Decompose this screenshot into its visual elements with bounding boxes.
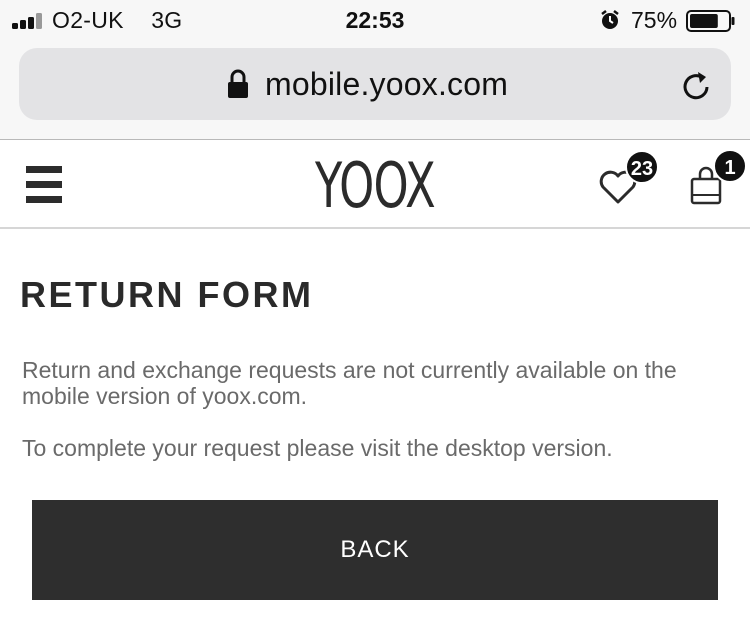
page-title: RETURN FORM <box>20 274 314 315</box>
battery-percent: 75% <box>631 7 678 33</box>
back-button[interactable]: BACK <box>32 500 718 600</box>
yoox-logo[interactable]: YOOX <box>105 149 645 222</box>
menu-icon[interactable] <box>26 166 62 204</box>
lock-icon <box>228 69 248 98</box>
browser-toolbar: mobile.yoox.com <box>0 40 750 140</box>
unavailable-message: Return and exchange requests are not cur… <box>22 357 677 409</box>
url-text: mobile.yoox.com <box>265 66 509 102</box>
battery-icon <box>686 10 735 32</box>
bag-count-badge: 1 <box>713 149 747 183</box>
status-bar: O2-UK 3G 22:53 75% <box>0 0 750 40</box>
alarm-icon <box>601 10 619 29</box>
desktop-instruction: To complete your request please visit th… <box>22 435 613 461</box>
address-bar[interactable]: mobile.yoox.com <box>19 48 731 120</box>
site-header: YOOX 23 1 <box>0 141 750 229</box>
wishlist-count-badge: 23 <box>625 150 659 184</box>
reload-icon[interactable] <box>681 70 713 102</box>
